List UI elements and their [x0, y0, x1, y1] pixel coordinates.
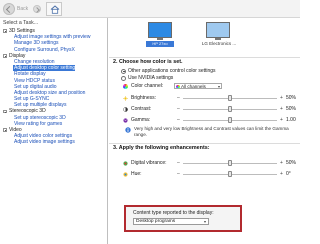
plus-icon[interactable]: +	[280, 116, 283, 124]
collapse-icon[interactable]	[3, 109, 7, 114]
slider-value: 50%	[286, 160, 297, 166]
slider-thumb[interactable]	[228, 171, 232, 177]
contrast-icon	[123, 106, 128, 112]
vibrance-icon	[123, 160, 128, 166]
brightness-slider-row: Brightness: – + 50%	[123, 94, 301, 102]
slider-value: 50%	[286, 106, 297, 112]
chevron-down-icon	[218, 86, 220, 88]
content-pane: HP 27xo LG Electronics ... 2. Choose how…	[109, 18, 300, 244]
content-type-panel: Content type reported to the display: De…	[124, 205, 242, 232]
home-icon	[50, 5, 60, 14]
collapse-icon[interactable]	[3, 29, 7, 33]
back-arrow-icon[interactable]	[3, 3, 15, 15]
radio-other-apps[interactable]: Other applications control color setting…	[121, 68, 216, 74]
display-selector-1[interactable]: HP 27xo	[145, 22, 175, 48]
info-icon	[125, 127, 131, 133]
slider-value: 0°	[286, 171, 291, 177]
divider	[109, 143, 300, 144]
minus-icon[interactable]: –	[177, 94, 180, 102]
display-label: LG Electronics ...	[201, 41, 237, 46]
slider-value: 1.00	[286, 117, 296, 123]
tree-category-3d-settings[interactable]: 3D Settings	[3, 28, 107, 34]
radio-button[interactable]	[121, 68, 126, 74]
plus-icon[interactable]: +	[280, 94, 283, 102]
step3-title: 3. Apply the following enhancements:	[113, 145, 210, 151]
tree-category-video[interactable]: Video	[3, 127, 107, 133]
gamma-range-note: Very high and very low Brightness and Co…	[134, 126, 289, 137]
display-selector-2[interactable]: LG Electronics ...	[202, 22, 236, 48]
back-button-label[interactable]: Back	[17, 6, 28, 12]
toolbar: Back	[0, 0, 300, 18]
hue-icon	[123, 171, 128, 177]
task-panel-title: Select a Task...	[3, 20, 39, 26]
collapse-icon[interactable]	[3, 128, 7, 132]
monitor-icon	[206, 22, 230, 38]
slider-thumb[interactable]	[228, 160, 232, 166]
contrast-slider-row: Contrast: – + 50%	[123, 105, 301, 113]
divider	[109, 57, 300, 58]
collapse-icon[interactable]	[3, 53, 7, 58]
plus-icon[interactable]: +	[280, 159, 283, 167]
content-type-label: Content type reported to the display:	[133, 210, 214, 216]
minus-icon[interactable]: –	[177, 105, 180, 113]
minus-icon[interactable]: –	[177, 116, 180, 124]
slider-thumb[interactable]	[228, 106, 232, 112]
chevron-down-icon	[204, 221, 206, 224]
tree-item[interactable]: Adjust video image settings	[3, 139, 107, 145]
slider-value: 50%	[286, 95, 297, 101]
hue-slider-row: Hue: – + 0°	[123, 170, 301, 178]
tree-category-display[interactable]: Display	[3, 53, 107, 59]
digital-vibrance-slider-row: Digital vibrance: – + 50%	[123, 159, 301, 167]
step2-title: 2. Choose how color is set.	[113, 59, 183, 65]
radio-button[interactable]	[121, 75, 126, 81]
display-label: HP 27xo	[146, 41, 174, 47]
home-button[interactable]	[46, 2, 62, 16]
radio-nvidia-settings[interactable]: Use NVIDIA settings	[121, 75, 173, 81]
content-type-dropdown[interactable]: Desktop programs	[133, 218, 209, 225]
gamma-icon	[123, 117, 128, 123]
brightness-icon	[123, 95, 128, 101]
tree-category-stereoscopic-3d[interactable]: Stereoscopic 3D	[3, 108, 107, 114]
forward-arrow-icon[interactable]	[33, 5, 41, 13]
minus-icon[interactable]: –	[177, 159, 180, 167]
color-wheel-icon	[176, 84, 180, 89]
monitor-icon	[148, 22, 172, 38]
color-wheel-icon	[123, 83, 128, 89]
gamma-slider-row: Gamma: – + 1.00	[123, 116, 301, 124]
task-tree: 3D Settings Adjust image settings with p…	[3, 28, 107, 146]
slider-thumb[interactable]	[228, 117, 232, 123]
slider-thumb[interactable]	[228, 95, 232, 101]
minus-icon[interactable]: –	[177, 170, 180, 178]
plus-icon[interactable]: +	[280, 105, 283, 113]
plus-icon[interactable]: +	[280, 170, 283, 178]
task-panel: Select a Task... 3D Settings Adjust imag…	[0, 18, 108, 244]
color-channel-dropdown[interactable]: All channels	[174, 83, 222, 89]
